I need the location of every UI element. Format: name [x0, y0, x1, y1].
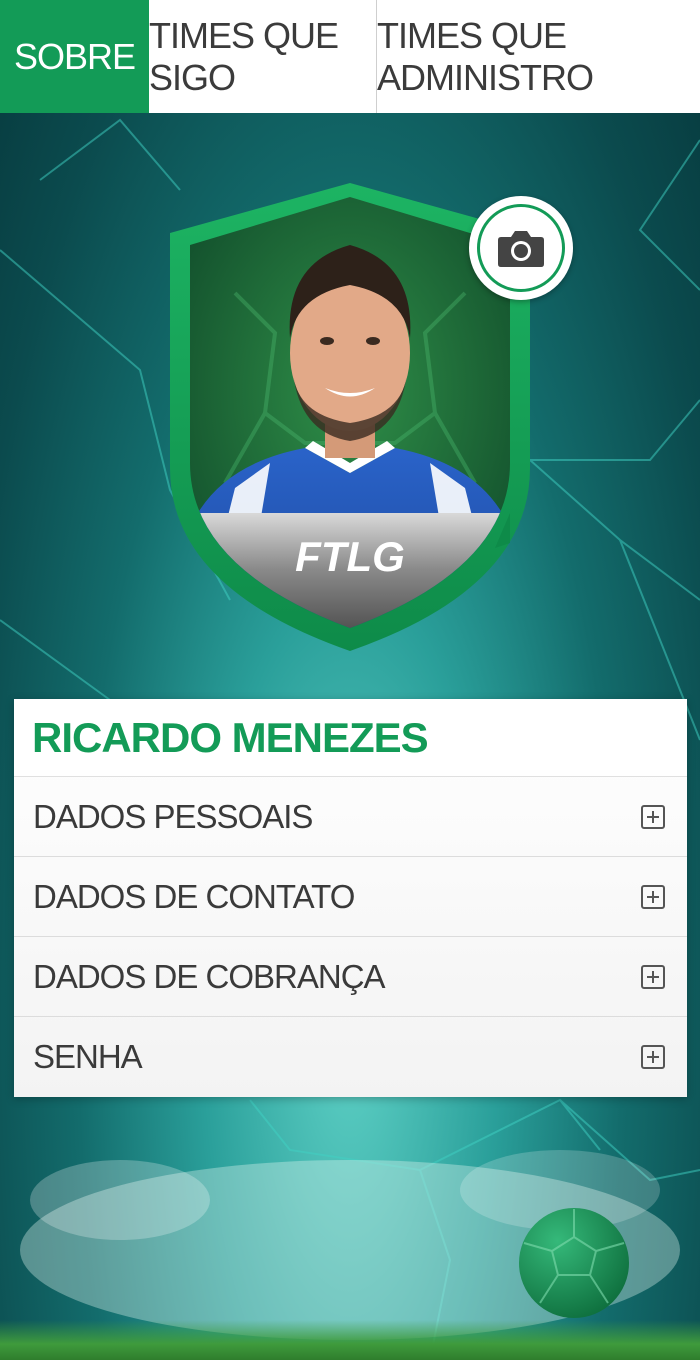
tab-bar: SOBRE TIMES QUE SIGO TIMES QUE ADMINISTR… [0, 0, 700, 113]
section-label: DADOS DE COBRANÇA [33, 957, 386, 995]
camera-icon [498, 231, 544, 267]
section-dados-pessoais[interactable]: DADOS PESSOAIS [14, 777, 687, 857]
profile-card: RICARDO MENEZES DADOS PESSOAIS DADOS DE … [14, 699, 687, 1097]
plus-square-icon[interactable] [641, 1045, 665, 1069]
section-senha[interactable]: SENHA [14, 1017, 687, 1097]
change-photo-button[interactable] [469, 196, 573, 300]
plus-square-icon[interactable] [641, 884, 665, 909]
section-label: DADOS PESSOAIS [33, 797, 313, 835]
grass-decoration [0, 1320, 700, 1360]
tab-times-que-sigo[interactable]: TIMES QUE SIGO [149, 0, 377, 113]
tab-sobre[interactable]: SOBRE [0, 0, 149, 113]
badge-brand-text: FTLG [295, 533, 405, 580]
section-dados-de-contato[interactable]: DADOS DE CONTATO [14, 857, 687, 937]
section-label: DADOS DE CONTATO [33, 877, 355, 915]
tab-times-que-administro[interactable]: TIMES QUE ADMINISTRO [377, 0, 700, 113]
soccer-ball-icon [519, 1208, 629, 1318]
section-label: SENHA [33, 1038, 143, 1075]
plus-square-icon[interactable] [641, 964, 665, 989]
section-dados-de-cobranca[interactable]: DADOS DE COBRANÇA [14, 937, 687, 1017]
profile-name: RICARDO MENEZES [14, 699, 687, 777]
plus-square-icon[interactable] [641, 804, 665, 829]
